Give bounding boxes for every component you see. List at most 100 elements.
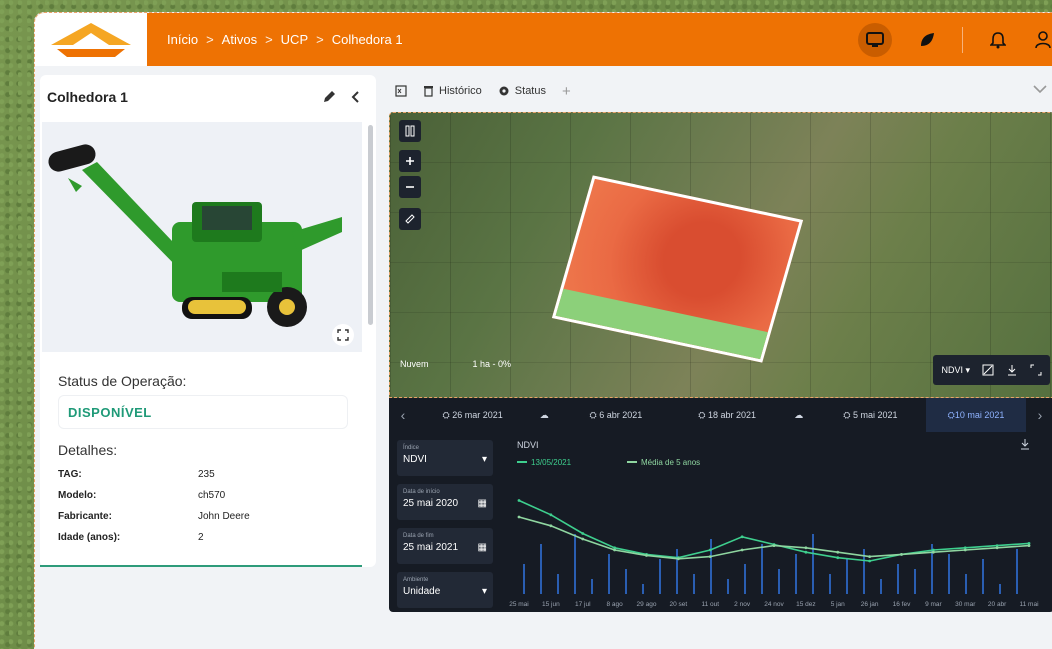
user-menu-button[interactable] [1033, 23, 1052, 57]
data-point[interactable] [804, 550, 808, 554]
pencil-icon [324, 91, 335, 102]
caret-down-icon: ▾ [481, 454, 487, 465]
satellite-map[interactable]: Nuvem 1 ha - 0% NDVI ▾ [389, 112, 1052, 398]
collapse-view-button[interactable] [1033, 81, 1047, 99]
date-item[interactable]: ⛭ 18 abr 2021 [672, 410, 783, 421]
tab-status[interactable]: Status [498, 85, 546, 97]
columns-icon [405, 125, 415, 137]
data-point[interactable] [581, 532, 585, 535]
map-info: Nuvem 1 ha - 0% [400, 359, 511, 369]
precip-bar [557, 574, 559, 594]
data-point[interactable] [836, 556, 840, 560]
breadcrumb-ativos[interactable]: Ativos [222, 32, 257, 47]
data-point[interactable] [740, 548, 744, 552]
precip-bar [727, 579, 729, 594]
breadcrumb-inicio[interactable]: Início [167, 32, 198, 47]
precip-bar [591, 579, 593, 594]
data-point[interactable] [740, 535, 744, 539]
x-tick-label: 11 mai [1019, 601, 1038, 608]
x-tick-label: 20 abr [988, 601, 1007, 608]
expand-image-button[interactable] [332, 324, 354, 346]
layer-select[interactable]: NDVI ▾ [941, 365, 970, 376]
end-date-field[interactable]: Data de fim 25 mai 2021 ▦ [397, 528, 493, 564]
harvester-illustration [48, 144, 342, 327]
data-point[interactable] [613, 548, 617, 552]
zoom-in-button[interactable] [399, 150, 421, 172]
zoom-out-button[interactable] [399, 176, 421, 198]
start-date-field[interactable]: Data de início 25 mai 2020 ▦ [397, 484, 493, 520]
precip-bar [965, 574, 967, 594]
date-label: 5 mai 2021 [852, 409, 898, 420]
data-point[interactable] [517, 515, 521, 519]
satellite-icon: ⛭ [442, 409, 453, 420]
precip-bar [608, 554, 610, 594]
add-tab-button[interactable]: + [562, 83, 571, 100]
download-icon[interactable] [1006, 364, 1018, 376]
breadcrumb-separator: > [206, 32, 214, 47]
ndvi-field-overlay[interactable] [551, 175, 804, 363]
asset-panel-header: Colhedora 1 [40, 75, 376, 119]
image-icon[interactable] [982, 364, 994, 376]
precip-bar [778, 569, 780, 594]
data-point[interactable] [581, 537, 585, 541]
precip-bar [999, 584, 1001, 594]
logo[interactable] [35, 13, 147, 66]
precip-bar [914, 569, 916, 594]
detail-key: Idade (anos): [58, 532, 121, 543]
next-date-button[interactable]: › [1026, 407, 1052, 423]
tab-export[interactable] [395, 85, 407, 97]
x-tick-label: 29 ago [637, 601, 657, 608]
data-point[interactable] [676, 557, 680, 561]
chevron-left-icon [351, 91, 359, 103]
measure-button[interactable] [399, 208, 421, 230]
satellite-icon: ⛭ [947, 409, 955, 420]
data-point[interactable] [517, 499, 521, 502]
group-select[interactable]: Ambiente Unidade ▾ [397, 572, 493, 608]
ndvi-line-chart[interactable]: NDVI 13/05/2021 Média de 5 anos 25 mai 15 … [509, 436, 1039, 608]
date-item[interactable]: ⛭ 6 abr 2021 [560, 410, 671, 421]
panel-scrollbar[interactable] [368, 125, 373, 325]
date-item-selected[interactable]: ⛭ 10 mai 2021 [926, 398, 1026, 432]
data-point[interactable] [645, 554, 648, 557]
notifications-button[interactable] [981, 23, 1015, 57]
data-point[interactable] [708, 548, 712, 552]
data-point[interactable] [931, 550, 935, 554]
leaf-view-button[interactable] [910, 23, 944, 57]
detail-key: Fabricante: [58, 511, 112, 522]
layers-button[interactable] [399, 120, 421, 142]
monitor-icon [866, 31, 884, 47]
calendar-icon: ▦ [477, 498, 487, 509]
legend-label[interactable]: 13/05/2021 [531, 458, 572, 467]
prev-date-button[interactable]: ‹ [389, 407, 417, 423]
data-point[interactable] [963, 548, 967, 552]
index-select[interactable]: Índice NDVI ▾ [397, 440, 493, 476]
data-point[interactable] [549, 513, 553, 517]
data-point[interactable] [868, 555, 872, 558]
data-point[interactable] [868, 559, 872, 563]
precip-bar [829, 574, 831, 594]
data-point[interactable] [836, 550, 840, 554]
details-list: TAG: 235 Modelo: ch570 Fabricante: John … [58, 464, 358, 548]
series-line[interactable] [518, 499, 1030, 562]
data-point[interactable] [708, 555, 712, 558]
series-line[interactable] [518, 516, 1030, 560]
data-point[interactable] [1027, 544, 1031, 547]
data-point[interactable] [772, 544, 776, 547]
breadcrumb-ucp[interactable]: UCP [281, 32, 308, 47]
date-item[interactable]: ⛭ 26 mar 2021 [417, 410, 528, 421]
data-point[interactable] [804, 546, 808, 550]
edit-button[interactable] [316, 84, 342, 110]
x-tick-label: 11 out [701, 601, 719, 608]
minus-icon [406, 186, 414, 188]
data-point[interactable] [549, 524, 553, 528]
chart-download-icon[interactable] [1021, 439, 1029, 450]
group-select-value: Unidade [403, 586, 441, 597]
monitor-view-button[interactable] [858, 22, 892, 57]
legend-label[interactable]: Média de 5 anos [641, 458, 700, 467]
date-item[interactable]: ⛭ 5 mai 2021 [815, 410, 926, 421]
fullscreen-icon[interactable] [1030, 364, 1042, 376]
tab-historico[interactable]: Histórico [423, 85, 482, 97]
collapse-panel-button[interactable] [342, 84, 368, 110]
data-point[interactable] [900, 553, 903, 556]
data-point[interactable] [995, 546, 999, 550]
